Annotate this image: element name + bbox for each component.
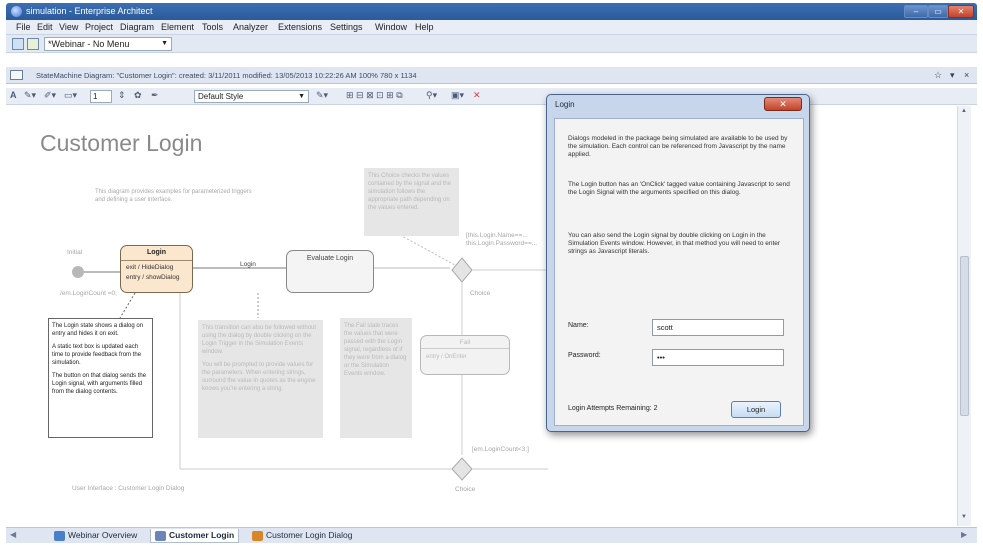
fail-note: The Fail state traces the values that we… (340, 318, 412, 438)
login-button[interactable]: Login (731, 401, 781, 418)
password-input[interactable]: ••• (652, 349, 784, 366)
name-input[interactable]: scott (652, 319, 784, 336)
login-state-entry: entry / showDialog (126, 274, 180, 281)
choice-node[interactable] (451, 257, 473, 283)
retry-guard-label: [em.LoginCount<3;] (472, 446, 529, 453)
login-note-1: The Login state shows a dialog on entry … (52, 323, 144, 337)
tab-scroll-left-icon[interactable]: ◀ (10, 530, 16, 539)
choice-guard-label: [this.Login.Name==... this.Login.Passwor… (466, 232, 538, 247)
choice-label: Choice (470, 290, 491, 297)
choice-note: This Choice checks the values contained … (364, 168, 459, 236)
choice2-label: Choice (455, 486, 476, 493)
name-label: Name: (568, 322, 589, 329)
trigger-note-1: This transition can also be followed wit… (202, 325, 317, 355)
login-attempts-text: Login Attempts Remaining: 2 (568, 405, 658, 412)
dialog-para-3: You can also send the Login signal by do… (568, 232, 781, 255)
tab-label: Webinar Overview (68, 530, 138, 540)
initial-label: Initial (67, 249, 83, 256)
dialog-icon (252, 531, 263, 541)
ui-dialog-label: User Interface : Customer Login Dialog (72, 485, 185, 492)
dialog-title: Login (555, 100, 575, 109)
tab-label: Customer Login Dialog (266, 530, 353, 540)
login-note-3: The button on that dialog sends the Logi… (52, 373, 147, 395)
evaluate-login-name: Evaluate Login (306, 255, 354, 262)
dialog-para-1: Dialogs modeled in the package being sim… (568, 135, 788, 158)
initial-node[interactable] (72, 266, 84, 278)
fail-state-name: Fail (459, 339, 471, 346)
choice2-node[interactable] (451, 457, 473, 481)
tab-scroll-right-icon[interactable]: ▶ (961, 530, 967, 539)
diagram-title: Customer Login (40, 130, 203, 156)
trigger-note: This transition can also be followed wit… (198, 320, 323, 438)
initial-effect: /em.LoginCount =0; (60, 290, 117, 297)
diagram-icon (54, 531, 65, 541)
tab-customer-login[interactable]: Customer Login (150, 529, 240, 543)
statemachine-icon (155, 531, 166, 541)
trigger-note-2: You will be prompted to provide values f… (202, 362, 316, 392)
login-dialog: Login ✕ Dialogs modeled in the package b… (546, 94, 810, 432)
login-transition-label: Login (240, 261, 256, 268)
diagram-tab-bar: ◀ Webinar Overview Customer Login Custom… (6, 527, 977, 543)
evaluate-login-state[interactable]: Evaluate Login (286, 250, 374, 293)
login-note-2: A static text box is updated each time t… (52, 344, 142, 366)
diagram-intro: This diagram provides examples for param… (95, 189, 252, 203)
tab-label: Customer Login (169, 530, 235, 540)
dialog-body: Dialogs modeled in the package being sim… (554, 118, 804, 426)
login-state[interactable]: Login exit / HideDialog entry / showDial… (120, 245, 193, 293)
fail-state-body: entry / OnEnter (426, 354, 467, 360)
tab-customer-login-dialog[interactable]: Customer Login Dialog (248, 529, 356, 543)
fail-state[interactable]: Fail entry / OnEnter (420, 335, 510, 375)
tab-webinar-overview[interactable]: Webinar Overview (50, 529, 141, 543)
login-state-name: Login (146, 249, 167, 256)
login-note: The Login state shows a dialog on entry … (48, 318, 153, 438)
dialog-para-2: The Login button has an 'OnClick' tagged… (568, 181, 790, 196)
login-state-exit: exit / HideDialog (126, 264, 174, 271)
password-label: Password: (568, 352, 601, 359)
dialog-close-button[interactable]: ✕ (764, 97, 802, 111)
